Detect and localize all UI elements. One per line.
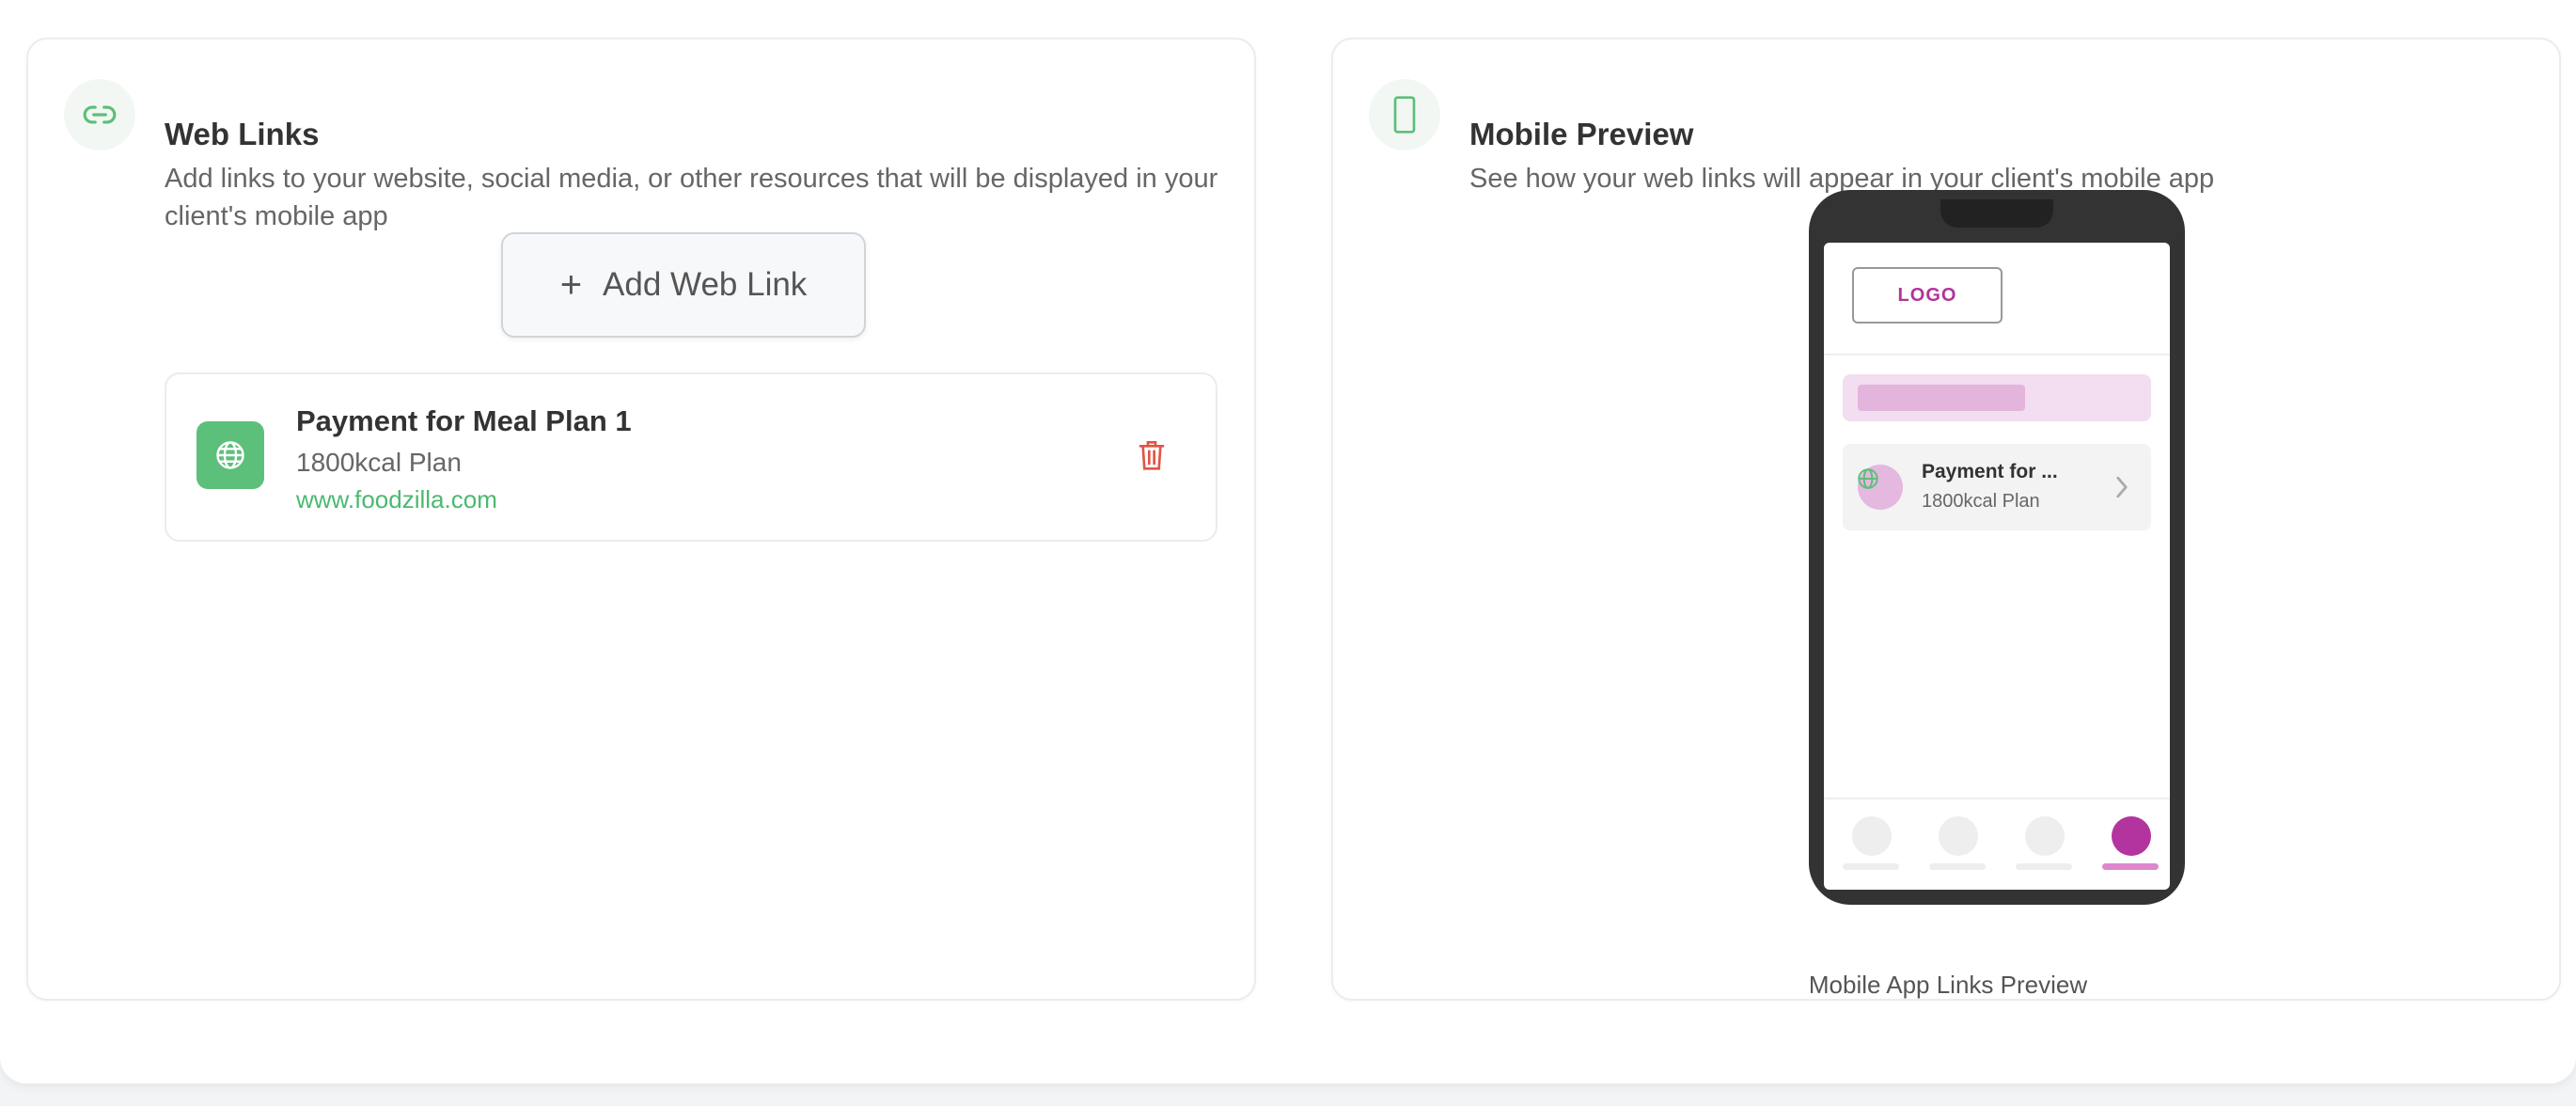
mobile-link-subtitle: 1800kcal Plan: [1922, 491, 2040, 512]
tab-placeholder: [1929, 816, 1986, 873]
web-link-title: Payment for Meal Plan 1: [296, 404, 632, 437]
mobile-preview-card: Mobile Preview See how your web links wi…: [1331, 38, 2561, 1001]
screen-divider: [1824, 354, 2170, 356]
banner-placeholder: [1843, 374, 2151, 421]
globe-icon: [196, 421, 264, 489]
page-container: Web Links Add links to your website, soc…: [0, 0, 2576, 1083]
web-link-item[interactable]: Payment for Meal Plan 1 1800kcal Plan ww…: [165, 372, 1217, 542]
phone-caption: Mobile App Links Preview: [1808, 971, 2088, 999]
web-link-url[interactable]: www.foodzilla.com: [296, 485, 497, 514]
tab-placeholder: [2016, 816, 2072, 873]
web-links-card: Web Links Add links to your website, soc…: [26, 38, 1256, 1001]
web-links-title: Web Links: [165, 117, 320, 151]
link-icon: [64, 79, 135, 150]
tab-placeholder: [1843, 816, 1899, 873]
phone-mockup: LOGO Payment for ... 1800kcal Plan: [1809, 190, 2185, 905]
web-link-subtitle: 1800kcal Plan: [296, 448, 462, 477]
banner-bar: [1858, 385, 2025, 411]
trash-icon: [1137, 441, 1167, 478]
mobile-link-title: Payment for ...: [1922, 461, 2058, 482]
add-web-link-button[interactable]: + Add Web Link: [501, 232, 866, 338]
chevron-right-icon: [2113, 474, 2130, 505]
web-links-description: Add links to your website, social media,…: [165, 164, 1218, 231]
phone-notch: [1940, 199, 2053, 228]
mobile-link-item: Payment for ... 1800kcal Plan: [1843, 444, 2151, 530]
smartphone-icon: [1369, 79, 1440, 150]
tab-bar-divider: [1824, 798, 2170, 799]
logo-placeholder: LOGO: [1852, 267, 2003, 324]
add-web-link-label: Add Web Link: [603, 266, 808, 303]
globe-icon: [1856, 466, 1880, 496]
phone-screen: LOGO Payment for ... 1800kcal Plan: [1824, 243, 2170, 890]
tab-active: [2102, 816, 2159, 873]
mobile-preview-title: Mobile Preview: [1469, 117, 1694, 151]
plus-icon: +: [559, 264, 583, 306]
delete-link-button[interactable]: [1137, 438, 1167, 479]
